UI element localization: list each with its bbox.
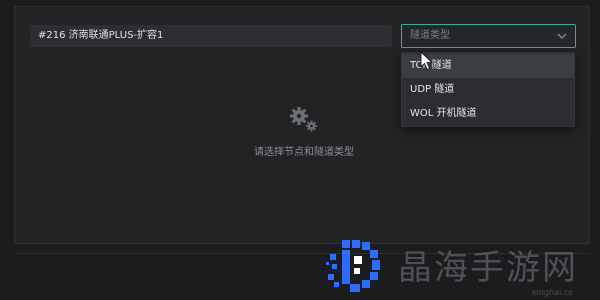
gears-icon xyxy=(290,107,317,132)
chevron-down-icon xyxy=(557,33,567,39)
option-udp-tunnel[interactable]: UDP 隧道 xyxy=(402,78,574,102)
watermark-url: kinghai.co xyxy=(532,288,574,297)
tunnel-type-placeholder: 隧道类型 xyxy=(410,30,450,41)
app-page: #216 济南联通PLUS-扩容1 隧道类型 TCP 隧道 UDP 隧道 WOL… xyxy=(0,0,600,300)
option-wol-tunnel[interactable]: WOL 开机隧道 xyxy=(402,102,574,126)
watermark: 晶海手游网 kinghai.co xyxy=(320,232,600,300)
mouse-cursor-icon xyxy=(420,51,434,71)
node-field[interactable]: #216 济南联通PLUS-扩容1 xyxy=(30,25,392,47)
empty-state-text: 请选择节点和隧道类型 xyxy=(254,147,354,158)
tunnel-type-select[interactable]: 隧道类型 xyxy=(401,24,576,48)
watermark-brand: 晶海手游网 xyxy=(398,248,578,288)
watermark-logo-icon xyxy=(326,240,380,292)
